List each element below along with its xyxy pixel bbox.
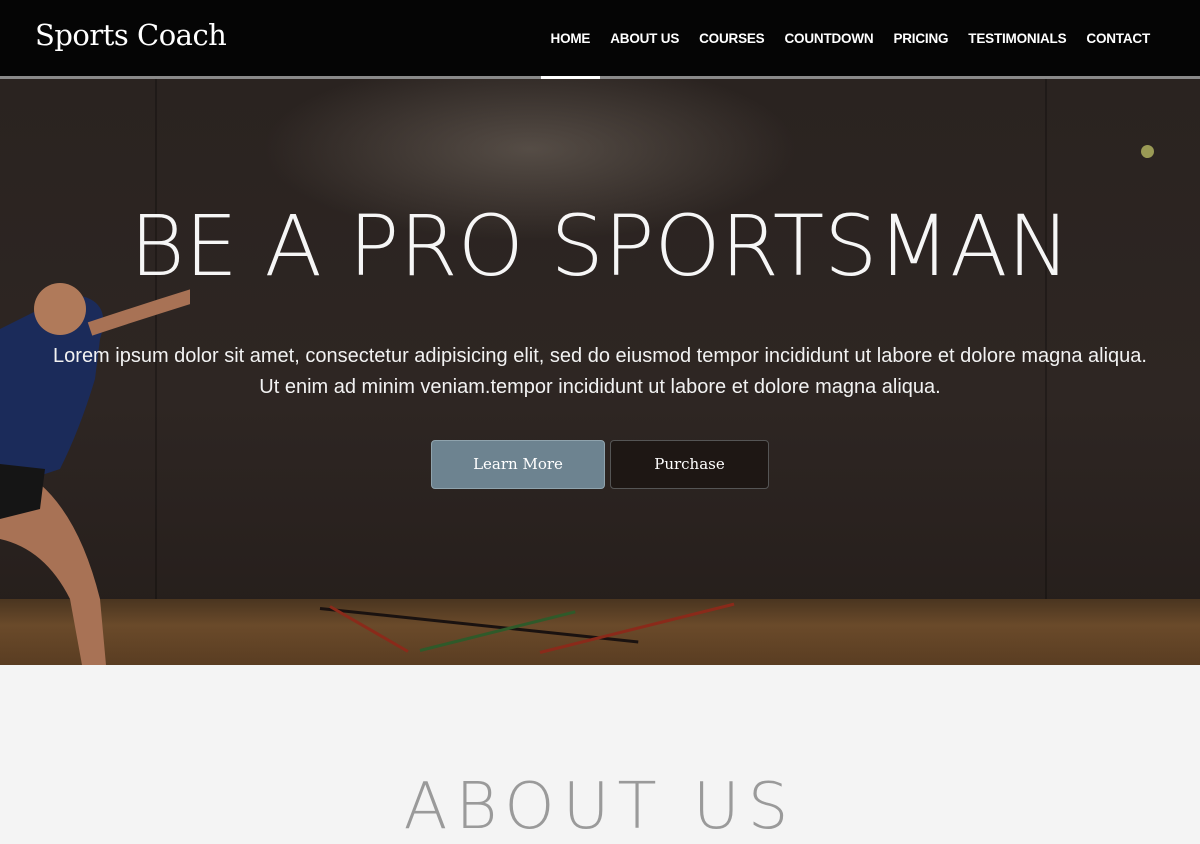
nav-item-courses[interactable]: COURSES [699,0,765,76]
nav-item-countdown[interactable]: COUNTDOWN [785,0,874,76]
site-brand[interactable]: Sports Coach [35,18,227,52]
nav-item-contact[interactable]: CONTACT [1086,0,1150,76]
hero-title: BE A PRO SPORTSMAN [129,197,1071,295]
hero-banner: BE A PRO SPORTSMAN Lorem ipsum dolor sit… [0,79,1200,665]
main-menu: HOME ABOUT US COURSES COUNTDOWN PRICING … [531,0,1150,79]
purchase-button[interactable]: Purchase [610,440,769,489]
nav-item-testimonials[interactable]: TESTIMONIALS [968,0,1066,76]
hero-description: Lorem ipsum dolor sit amet, consectetur … [53,345,1147,398]
nav-item-pricing[interactable]: PRICING [893,0,948,76]
top-navbar: Sports Coach HOME ABOUT US COURSES COUNT… [0,0,1200,79]
wall-panel-line [1045,79,1047,599]
about-section-title: ABOUT US [403,770,797,844]
court-line [539,602,735,654]
athlete-image [0,283,190,665]
learn-more-button[interactable]: Learn More [431,440,605,489]
tennis-ball-image [1141,145,1154,158]
nav-item-home[interactable]: HOME [540,0,600,79]
nav-item-about-us[interactable]: ABOUT US [610,0,679,76]
